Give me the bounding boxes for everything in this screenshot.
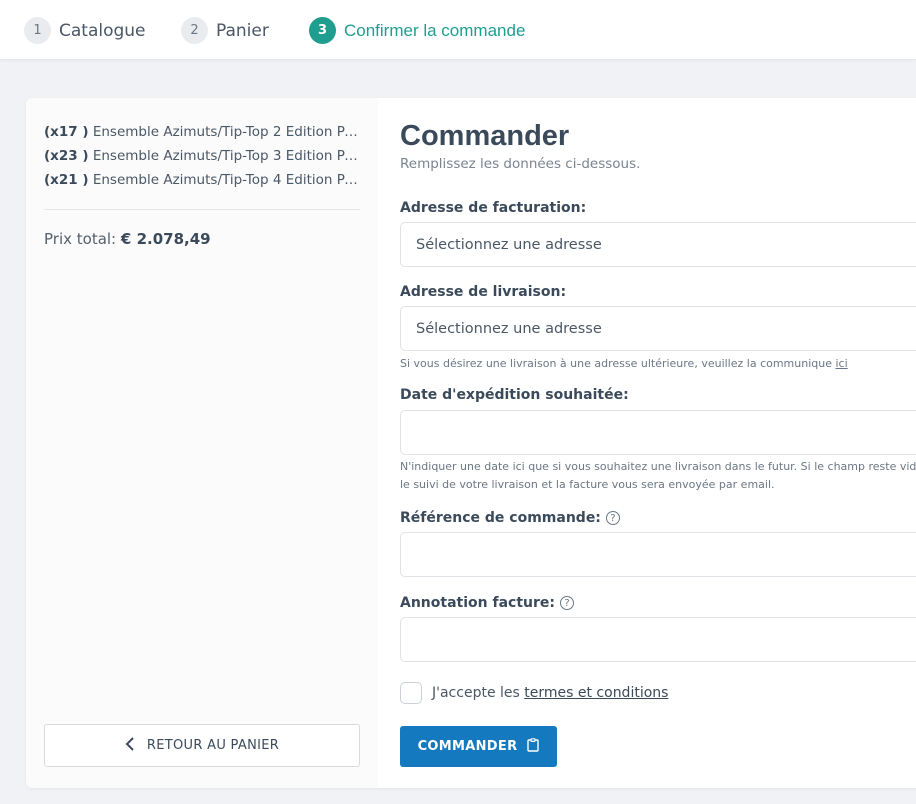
shipping-date-input[interactable] <box>400 410 916 455</box>
shipping-label: Adresse de livraison: <box>400 284 567 300</box>
terms-link[interactable]: termes et conditions <box>524 685 668 701</box>
shipping-address-select[interactable]: Sélectionnez une adresse <box>400 306 916 351</box>
back-to-cart-button[interactable]: RETOUR AU PANIER <box>44 724 360 767</box>
step-confirmer: 3 Confirmer la commande <box>309 17 525 44</box>
annotation-label: Annotation facture: <box>400 595 555 611</box>
item-qty: (x17 ) <box>44 124 89 140</box>
help-icon[interactable]: ? <box>559 596 574 610</box>
step-panier[interactable]: 2 Panier <box>181 17 269 44</box>
step-number: 3 <box>309 17 336 44</box>
back-button-label: RETOUR AU PANIER <box>146 738 280 753</box>
date-hint: N'indiquer une date ici que si vous souh… <box>400 458 916 494</box>
order-form: Commander Remplissez les données ci-dess… <box>400 98 916 788</box>
total-price: Prix total: € 2.078,49 <box>44 230 211 248</box>
submit-order-button[interactable]: COMMANDER <box>400 726 557 767</box>
terms-prefix: J'accepte les <box>432 685 520 701</box>
summary-item: (x23 ) Ensemble Azimuts/Tip-Top 3 Editio… <box>44 148 364 164</box>
step-number: 1 <box>24 17 51 44</box>
form-title: Commander <box>400 120 570 152</box>
billing-label: Adresse de facturation: <box>400 200 587 216</box>
shipping-hint-link[interactable]: ici <box>836 357 848 370</box>
submit-label: COMMANDER <box>417 739 518 754</box>
date-hint-line: le suivi de votre livraison et la factur… <box>400 478 775 491</box>
order-summary: (x17 ) Ensemble Azimuts/Tip-Top 2 Editio… <box>26 98 378 788</box>
item-name: Ensemble Azimuts/Tip-Top 3 Edition Pa... <box>92 148 364 164</box>
invoice-annotation-input[interactable] <box>400 617 916 662</box>
annotation-label-row: Annotation facture: ? <box>400 595 574 611</box>
step-label: Panier <box>216 20 269 41</box>
date-hint-line: N'indiquer une date ici que si vous souh… <box>400 460 916 473</box>
item-name: Ensemble Azimuts/Tip-Top 2 Edition Pa... <box>92 124 364 140</box>
step-number: 2 <box>181 17 208 44</box>
total-label: Prix total: <box>44 230 117 248</box>
reference-label: Référence de commande: <box>400 510 601 526</box>
order-reference-input[interactable] <box>400 532 916 577</box>
step-label: Confirmer la commande <box>344 20 526 40</box>
clipboard-icon <box>527 737 540 756</box>
checkout-stepper: 1 Catalogue 2 Panier 3 Confirmer la comm… <box>0 0 916 60</box>
step-catalogue[interactable]: 1 Catalogue <box>24 17 146 44</box>
summary-item: (x17 ) Ensemble Azimuts/Tip-Top 2 Editio… <box>44 124 364 140</box>
terms-row: J'accepte les termes et conditions <box>400 682 668 704</box>
form-subtitle: Remplissez les données ci-dessous. <box>400 156 641 172</box>
reference-label-row: Référence de commande: ? <box>400 510 620 526</box>
step-label: Catalogue <box>59 20 146 41</box>
terms-text: J'accepte les termes et conditions <box>432 685 668 701</box>
shipping-hint: Si vous désirez une livraison à une adre… <box>400 355 916 373</box>
item-qty: (x23 ) <box>44 148 89 164</box>
total-value: € 2.078,49 <box>120 230 211 248</box>
chevron-left-icon <box>125 736 135 755</box>
summary-item: (x21 ) Ensemble Azimuts/Tip-Top 4 Editio… <box>44 172 364 188</box>
item-name: Ensemble Azimuts/Tip-Top 4 Edition Pa... <box>92 172 364 188</box>
billing-address-select[interactable]: Sélectionnez une adresse <box>400 222 916 267</box>
checkout-card: (x17 ) Ensemble Azimuts/Tip-Top 2 Editio… <box>26 98 916 788</box>
item-qty: (x21 ) <box>44 172 89 188</box>
help-icon[interactable]: ? <box>605 511 620 525</box>
shipping-hint-text: Si vous désirez une livraison à une adre… <box>400 357 832 370</box>
summary-divider <box>44 209 360 210</box>
terms-checkbox[interactable] <box>400 682 422 704</box>
date-label: Date d'expédition souhaitée: <box>400 387 629 403</box>
